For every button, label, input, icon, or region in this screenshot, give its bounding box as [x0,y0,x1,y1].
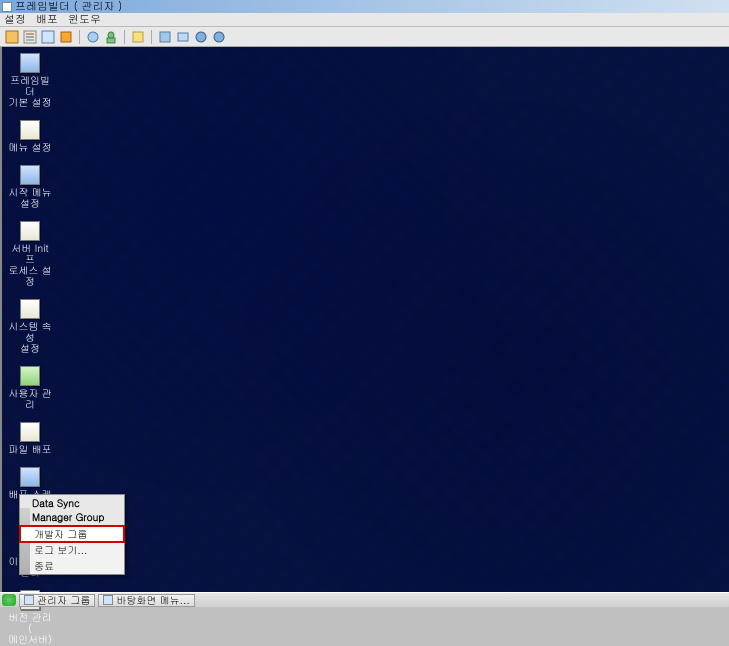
user-management-icon [20,366,40,386]
tb-migrate-icon[interactable] [175,29,191,45]
user-management[interactable]: 사용자 관리 [8,366,52,410]
system-properties-icon [20,299,40,319]
tb-schedule-icon[interactable] [157,29,173,45]
menu-settings-label: 메뉴 설정 [8,142,51,153]
menu-settings[interactable]: 메뉴 설정 [8,120,52,153]
fb-basic-settings[interactable]: 프레임빌더 기본 설정 [8,53,52,108]
task-desktop-menu-label: 바탕화면 메뉴... [116,593,189,607]
task-admin-group-icon [24,595,34,605]
task-desktop-menu[interactable]: 바탕화면 메뉴... [98,594,194,607]
context-menu-item-exit[interactable]: 종료 [20,558,124,574]
menu-settings-icon [20,120,40,140]
tb-system-icon[interactable] [85,29,101,45]
start-menu-settings[interactable]: 시작 메뉴 설정 [8,165,52,209]
toolbar-separator [151,30,152,44]
start-button[interactable] [2,594,16,606]
system-properties[interactable]: 시스템 속성 설정 [8,299,52,354]
task-desktop-menu-icon [103,595,113,605]
tb-start-icon[interactable] [40,29,56,45]
menu-window[interactable]: 윈도우 [68,12,101,27]
toolbar-separator [124,30,125,44]
file-deploy-icon [20,422,40,442]
task-admin-group[interactable]: 관리자 그룹 [19,594,95,607]
context-menu-item-developer-group[interactable]: 개발자 그룹 [20,526,124,542]
server-init-process[interactable]: 서버 Init 프 로세스 설정 [8,221,52,287]
server-init-process-icon [20,221,40,241]
server-init-process-label: 서버 Init 프 로세스 설정 [8,243,52,287]
tb-menu-icon[interactable] [22,29,38,45]
deploy-schedule-icon [20,467,40,487]
app-icon [2,2,12,12]
start-menu-settings-label: 시작 메뉴 설정 [8,187,51,209]
version-control-label: 버전 관리 ( 메인서버) [8,612,52,645]
context-menu: Data Sync Manager Group 개발자 그룹로그 보기...종료 [19,494,125,575]
task-admin-group-label: 관리자 그룹 [37,593,90,607]
desktop[interactable]: 프레임빌더 기본 설정메뉴 설정시작 메뉴 설정서버 Init 프 로세스 설정… [0,47,729,592]
tb-version-icon[interactable] [193,29,209,45]
file-deploy[interactable]: 파일 배포 [8,422,52,455]
menu-settings[interactable]: 설정 [4,12,26,27]
tb-user-icon[interactable] [103,29,119,45]
toolbar-separator [79,30,80,44]
window-titlebar: 프레임빌더 ( 관리자 ) [0,0,729,13]
menubar: 설정 배포 윈도우 [0,13,729,27]
fb-basic-settings-icon [20,53,40,73]
system-properties-label: 시스템 속성 설정 [8,321,52,354]
tb-help-icon[interactable] [211,29,227,45]
tb-settings-icon[interactable] [4,29,20,45]
taskbar: 관리자 그룹 바탕화면 메뉴... [0,592,729,607]
start-menu-settings-icon [20,165,40,185]
fb-basic-settings-label: 프레임빌더 기본 설정 [8,75,52,108]
user-management-label: 사용자 관리 [8,388,52,410]
tb-file-icon[interactable] [130,29,146,45]
tb-server-icon[interactable] [58,29,74,45]
file-deploy-label: 파일 배포 [8,444,51,455]
context-menu-title: Data Sync Manager Group [20,495,124,526]
context-menu-item-view-log[interactable]: 로그 보기... [20,542,124,558]
toolbar [0,27,729,47]
menu-deploy[interactable]: 배포 [36,12,58,27]
